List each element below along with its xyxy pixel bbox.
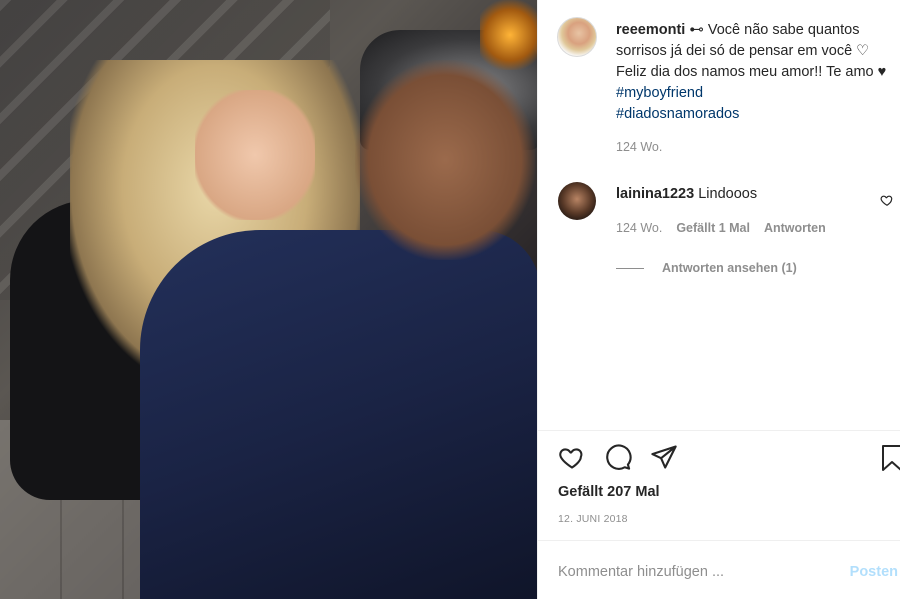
replies-line [616,267,644,269]
share-icon[interactable] [650,443,678,471]
comment-icon[interactable] [604,443,632,471]
comment-likes[interactable]: Gefällt 1 Mal [676,221,750,235]
divider [538,540,900,541]
heart-icon[interactable] [558,443,586,471]
view-replies-label: Antworten ansehen (1) [662,261,797,275]
post-photo[interactable] [0,0,537,599]
bookmark-icon[interactable] [880,444,900,472]
post-button[interactable]: Posten [850,564,898,580]
comment-item: lainina1223 Lindooos [616,186,757,202]
photo-woman-face [195,90,315,220]
hashtag-link[interactable]: #myboyfriend [616,85,703,101]
divider [538,430,900,431]
comment-username[interactable]: lainina1223 [616,186,694,202]
comment-meta: 124 Wo. Gefällt 1 Mal Antworten [616,221,826,235]
post-side-panel: reeemonti ⊷ Você não sabe quantos sorris… [537,0,900,599]
hashtag-link[interactable]: #diadosnamorados [616,106,739,122]
photo-man-head [355,60,535,260]
comment-time[interactable]: 124 Wo. [616,221,662,235]
commenter-avatar[interactable] [558,182,596,220]
view-replies-button[interactable]: Antworten ansehen (1) [616,261,797,275]
comment-text: Lindooos [698,186,758,202]
comment-input[interactable]: Kommentar hinzufügen ... [558,564,724,580]
caption-username[interactable]: reeemonti [616,22,685,38]
post-caption: reeemonti ⊷ Você não sabe quantos sorris… [616,20,896,125]
caption-time[interactable]: 124 Wo. [616,140,662,154]
photo-man-shirt [140,230,537,599]
author-avatar[interactable] [557,17,597,57]
post-date[interactable]: 12. JUNI 2018 [558,513,628,525]
post-actions [558,443,678,471]
likes-count[interactable]: Gefällt 207 Mal [558,484,660,500]
comment-heart-icon[interactable] [880,193,894,207]
comment-reply-button[interactable]: Antworten [764,221,826,235]
